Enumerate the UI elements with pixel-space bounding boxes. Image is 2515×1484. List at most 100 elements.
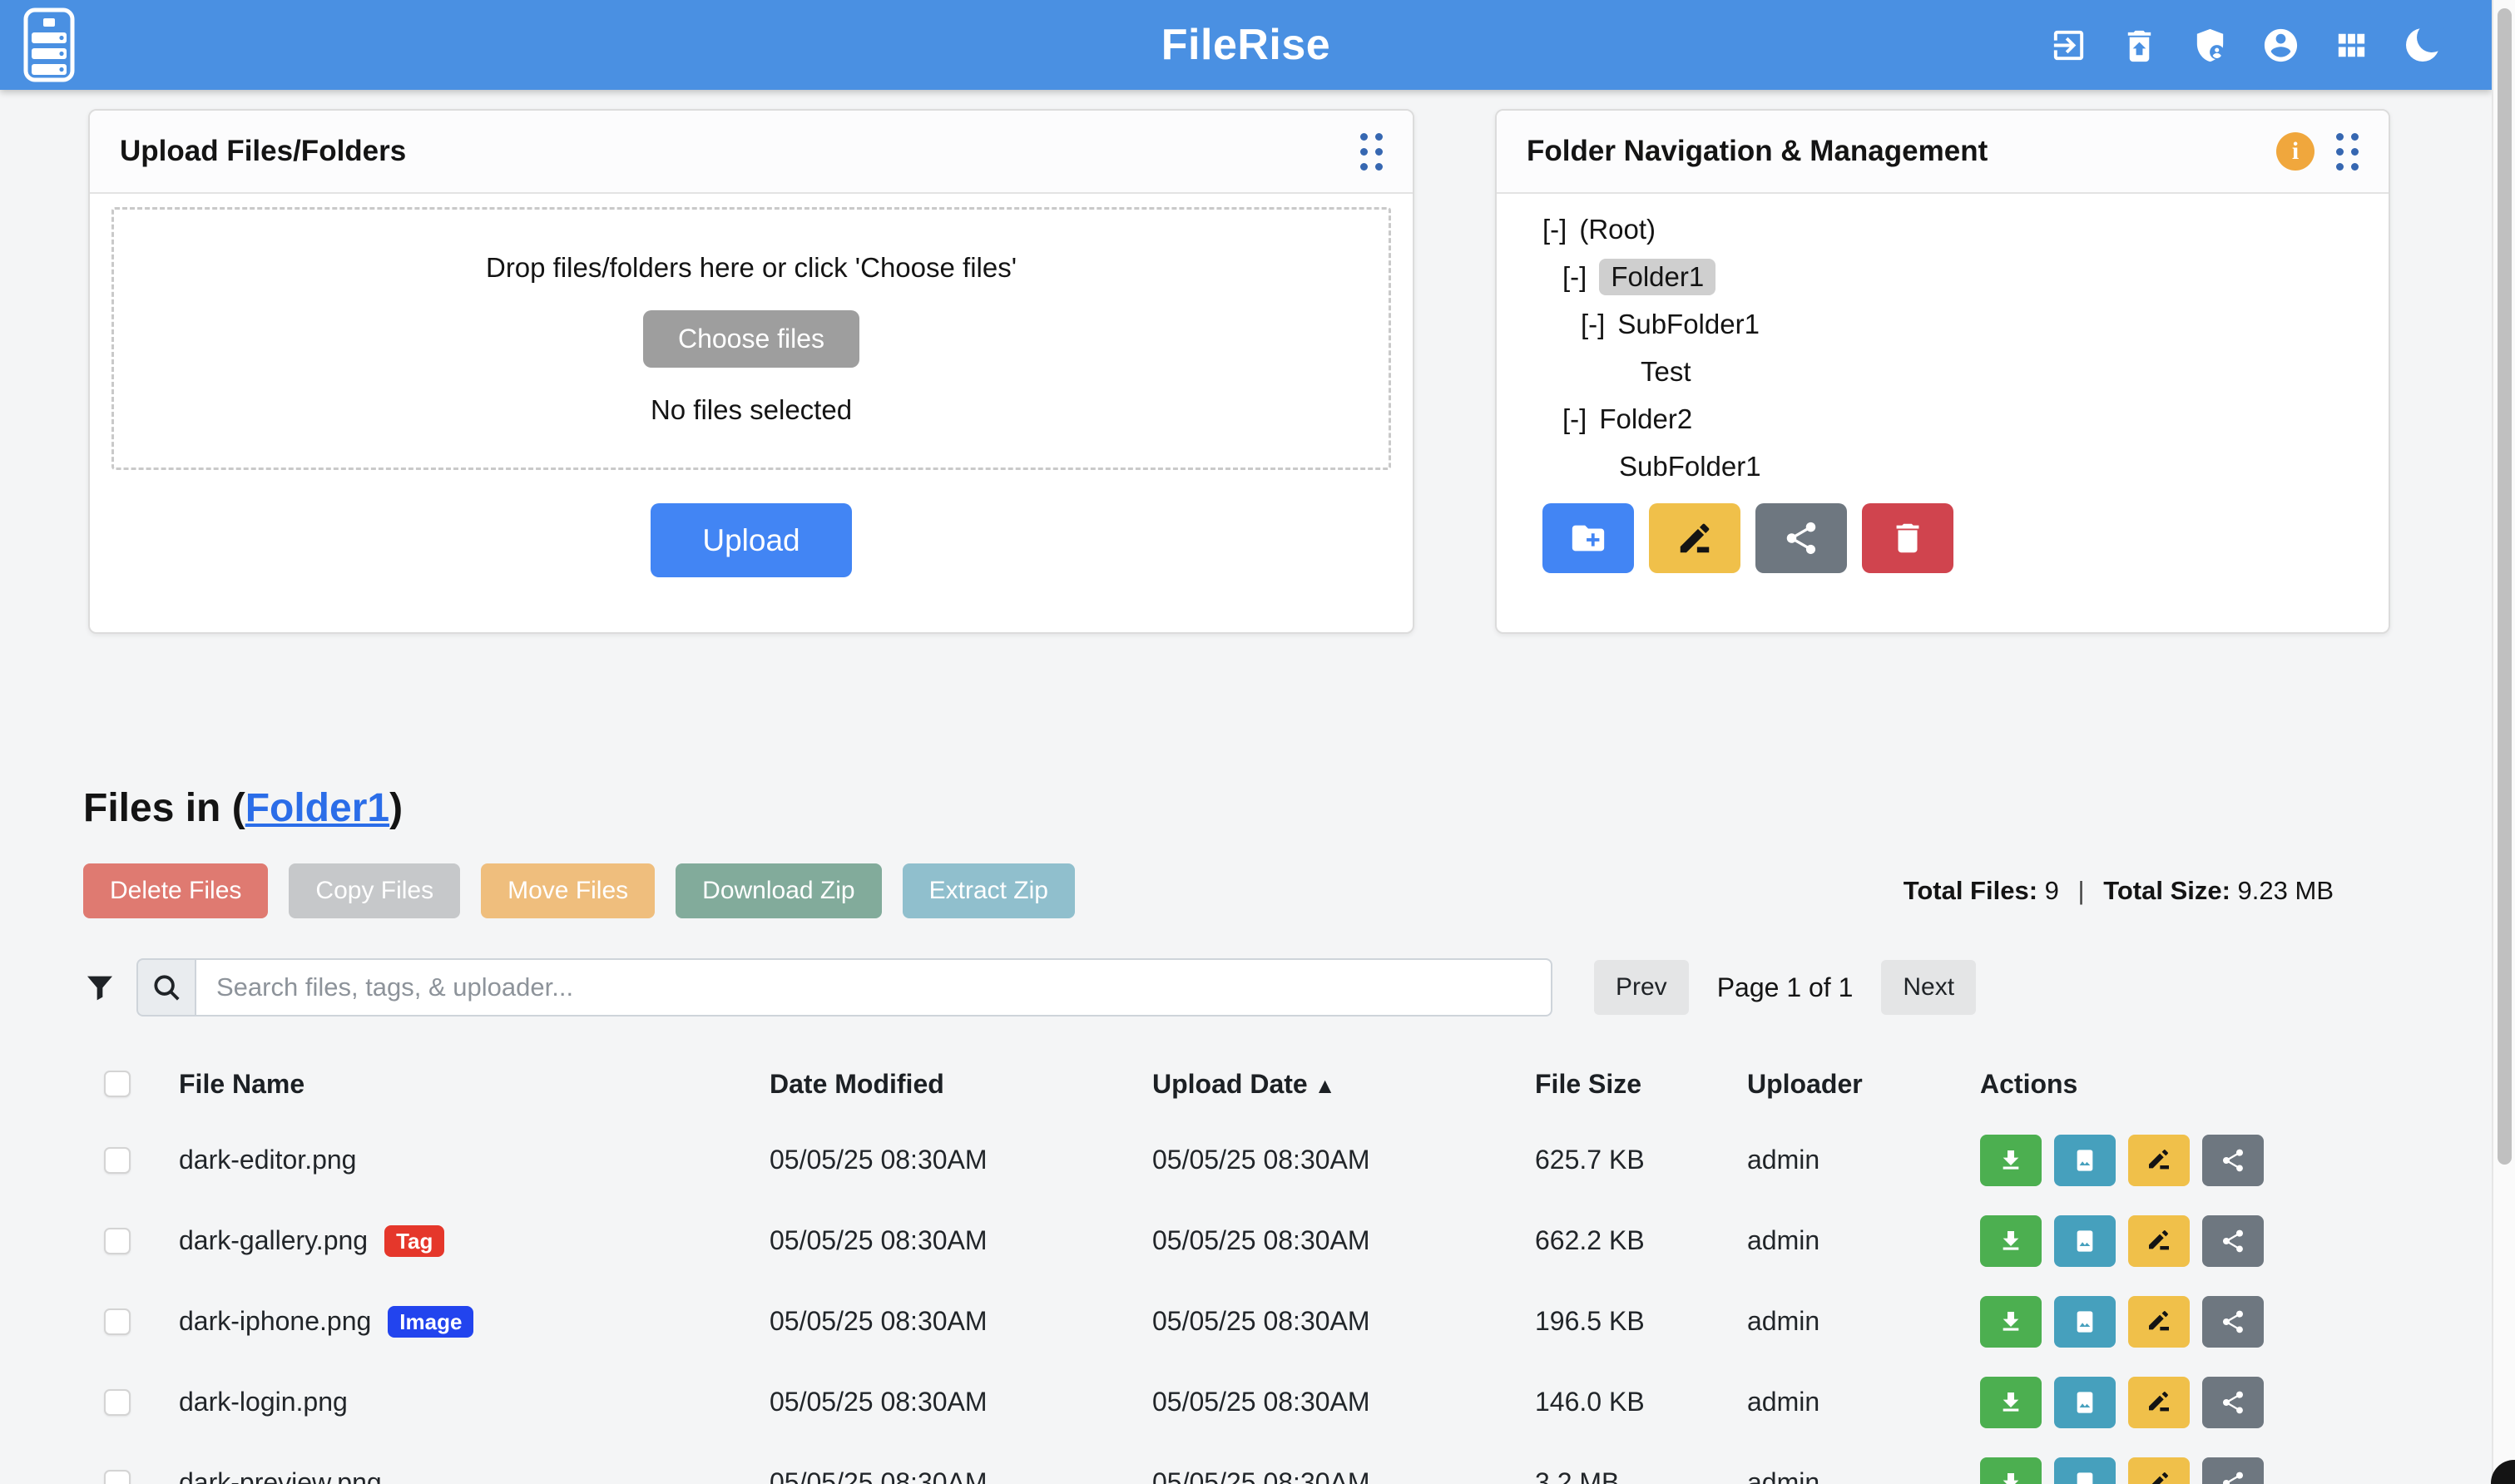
tree-item-subfolder1[interactable]: [-] SubFolder1 <box>1542 300 2364 348</box>
rename-file-button[interactable] <box>2128 1296 2190 1348</box>
preview-image-button[interactable] <box>2054 1135 2116 1186</box>
uploader: admin <box>1726 1306 1959 1337</box>
extract-zip-button[interactable]: Extract Zip <box>903 863 1075 918</box>
rename-file-button[interactable] <box>2128 1457 2190 1484</box>
share-file-button[interactable] <box>2202 1135 2264 1186</box>
preview-image-button[interactable] <box>2054 1377 2116 1428</box>
column-header-upload-date[interactable]: Upload Date▲ <box>1131 1069 1514 1100</box>
tree-item-test[interactable]: Test <box>1542 348 2364 395</box>
download-button[interactable] <box>1980 1457 2042 1484</box>
share-folder-button[interactable] <box>1755 503 1847 573</box>
tree-label[interactable]: (Root) <box>1579 214 1656 245</box>
tree-item-folder2-subfolder1[interactable]: SubFolder1 <box>1542 443 2364 490</box>
top-cards: Upload Files/Folders Drop files/folders … <box>0 90 2492 724</box>
rename-file-button[interactable] <box>2128 1135 2190 1186</box>
dropzone-text: Drop files/folders here or click 'Choose… <box>486 252 1017 284</box>
prev-page-button[interactable]: Prev <box>1594 960 1689 1015</box>
dark-mode-icon[interactable] <box>2403 26 2442 65</box>
drag-handle-icon[interactable] <box>2336 133 2359 171</box>
grid-view-icon[interactable] <box>2332 26 2371 65</box>
column-header-uploader[interactable]: Uploader <box>1726 1069 1959 1100</box>
rename-file-button[interactable] <box>2128 1215 2190 1267</box>
delete-folder-button[interactable] <box>1862 503 1953 573</box>
row-actions <box>1959 1215 2409 1267</box>
uploader: admin <box>1726 1387 1959 1417</box>
delete-files-button[interactable]: Delete Files <box>83 863 268 918</box>
row-checkbox[interactable] <box>104 1147 131 1174</box>
tree-toggle[interactable]: [-] <box>1562 403 1587 435</box>
tree-toggle[interactable]: [-] <box>1542 214 1567 245</box>
move-files-button[interactable]: Move Files <box>481 863 655 918</box>
admin-shield-icon[interactable] <box>2191 26 2230 65</box>
tree-label[interactable]: SubFolder1 <box>1619 451 1761 482</box>
tree-label-selected[interactable]: Folder1 <box>1599 259 1715 295</box>
upload-date: 05/05/25 08:30AM <box>1131 1387 1514 1417</box>
image-badge[interactable]: Image <box>388 1306 473 1338</box>
tree-item-folder2[interactable]: [-] Folder2 <box>1542 395 2364 443</box>
folder-tree: [-] (Root) [-] Folder1 [-] SubFolder1 Te… <box>1497 194 2389 573</box>
select-all-checkbox[interactable] <box>104 1071 131 1097</box>
uploader: admin <box>1726 1225 1959 1256</box>
tree-item-root[interactable]: [-] (Root) <box>1542 205 2364 253</box>
row-checkbox[interactable] <box>104 1389 131 1416</box>
info-icon[interactable]: i <box>2276 132 2314 171</box>
row-checkbox[interactable] <box>104 1228 131 1254</box>
tree-label[interactable]: SubFolder1 <box>1617 309 1760 340</box>
download-button[interactable] <box>1980 1215 2042 1267</box>
file-name[interactable]: dark-preview.png <box>179 1467 382 1484</box>
user-profile-icon[interactable] <box>2261 26 2300 65</box>
file-dropzone[interactable]: Drop files/folders here or click 'Choose… <box>111 207 1391 470</box>
preview-image-button[interactable] <box>2054 1215 2116 1267</box>
filter-icon[interactable] <box>83 969 116 1006</box>
upload-button[interactable]: Upload <box>651 503 851 577</box>
vertical-scrollbar[interactable] <box>2492 0 2515 1484</box>
preview-image-button[interactable] <box>2054 1296 2116 1348</box>
file-size: 196.5 KB <box>1514 1306 1726 1337</box>
row-checkbox[interactable] <box>104 1308 131 1335</box>
download-zip-button[interactable]: Download Zip <box>676 863 881 918</box>
logout-icon[interactable] <box>2049 26 2088 65</box>
tree-item-folder1[interactable]: [-] Folder1 <box>1542 253 2364 300</box>
current-folder-link[interactable]: Folder1 <box>245 786 389 830</box>
copy-files-button[interactable]: Copy Files <box>289 863 460 918</box>
upload-date: 05/05/25 08:30AM <box>1131 1306 1514 1337</box>
total-size-label: Total Size: <box>2103 876 2230 905</box>
file-name[interactable]: dark-editor.png <box>179 1145 356 1175</box>
tree-label[interactable]: Folder2 <box>1599 403 1692 435</box>
folder-card-title: Folder Navigation & Management <box>1527 135 1988 168</box>
tree-toggle[interactable]: [-] <box>1581 309 1605 340</box>
download-button[interactable] <box>1980 1296 2042 1348</box>
rename-file-button[interactable] <box>2128 1377 2190 1428</box>
column-header-file-name[interactable]: File Name <box>158 1069 749 1100</box>
file-name[interactable]: dark-login.png <box>179 1387 348 1417</box>
drag-handle-icon[interactable] <box>1360 133 1383 171</box>
next-page-button[interactable]: Next <box>1881 960 1976 1015</box>
search-icon[interactable] <box>136 958 195 1017</box>
preview-image-button[interactable] <box>2054 1457 2116 1484</box>
share-file-button[interactable] <box>2202 1377 2264 1428</box>
search-input[interactable] <box>195 958 1552 1017</box>
choose-files-button[interactable]: Choose files <box>643 310 859 368</box>
row-checkbox[interactable] <box>104 1470 131 1484</box>
file-name[interactable]: dark-iphone.png <box>179 1306 371 1337</box>
share-file-button[interactable] <box>2202 1296 2264 1348</box>
upload-card-header: Upload Files/Folders <box>90 111 1413 194</box>
table-row: dark-preview.png 05/05/25 08:30AM 05/05/… <box>83 1442 2409 1484</box>
create-folder-button[interactable] <box>1542 503 1634 573</box>
column-header-date-modified[interactable]: Date Modified <box>749 1069 1131 1100</box>
table-row: dark-login.png 05/05/25 08:30AM 05/05/25… <box>83 1362 2409 1442</box>
column-header-file-size[interactable]: File Size <box>1514 1069 1726 1100</box>
date-modified: 05/05/25 08:30AM <box>749 1145 1131 1175</box>
upload-date: 05/05/25 08:30AM <box>1131 1225 1514 1256</box>
scrollbar-thumb[interactable] <box>2498 8 2512 1165</box>
rename-folder-button[interactable] <box>1649 503 1740 573</box>
file-name[interactable]: dark-gallery.png <box>179 1225 368 1256</box>
tree-toggle[interactable]: [-] <box>1562 261 1587 293</box>
tree-label[interactable]: Test <box>1641 356 1691 388</box>
restore-trash-icon[interactable] <box>2120 26 2159 65</box>
download-button[interactable] <box>1980 1377 2042 1428</box>
download-button[interactable] <box>1980 1135 2042 1186</box>
share-file-button[interactable] <box>2202 1215 2264 1267</box>
share-file-button[interactable] <box>2202 1457 2264 1484</box>
tag-badge[interactable]: Tag <box>384 1225 444 1257</box>
